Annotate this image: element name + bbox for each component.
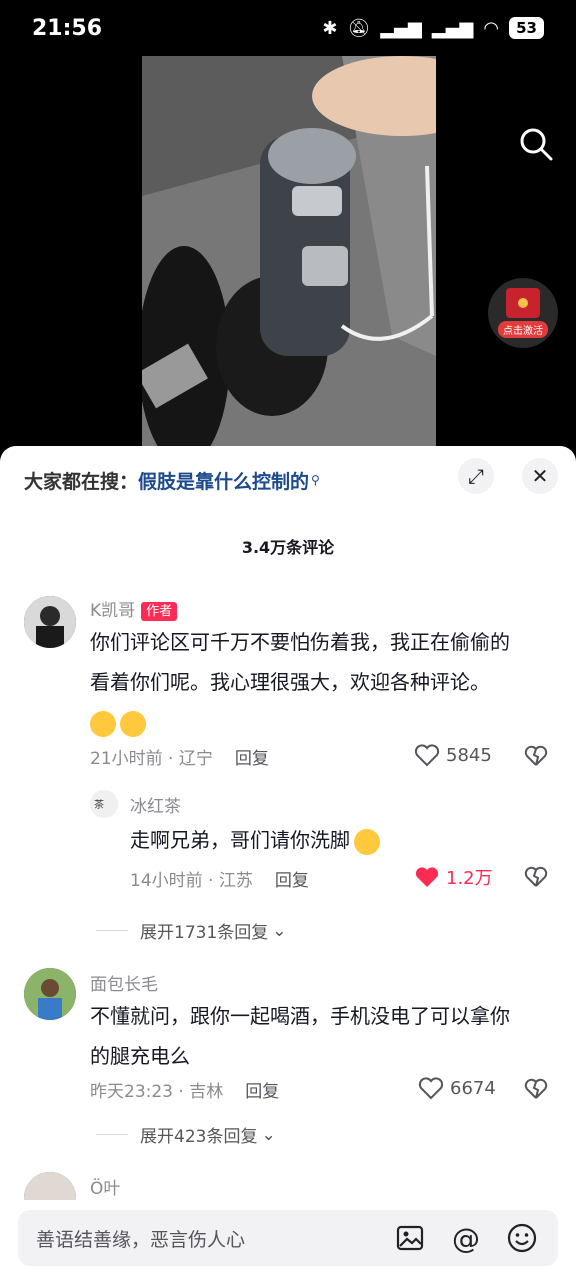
comment-username[interactable]: 面包长毛 xyxy=(90,970,158,995)
status-bar: 21:56 ✱ 🔕︎ ▂▄▆ ▂▄▆ ◠ 53 xyxy=(0,0,576,56)
red-packet-button[interactable]: 点击激活 xyxy=(488,278,558,348)
battery-icon: 53 xyxy=(509,17,544,39)
mute-icon: 🔕︎ xyxy=(347,17,371,39)
expand-replies-label: 展开423条回复 xyxy=(140,1127,258,1147)
avatar[interactable] xyxy=(24,968,76,1020)
expand-icon: ⤢ xyxy=(468,464,484,488)
mention-icon[interactable]: @ xyxy=(446,1218,486,1258)
like-button-active[interactable]: 1.2万 xyxy=(414,864,493,890)
reply-button[interactable]: 回复 xyxy=(245,1077,279,1102)
search-icon[interactable] xyxy=(518,126,554,162)
reply-meta: 14小时前 · 江苏 回复 xyxy=(130,866,309,891)
reply-button[interactable]: 回复 xyxy=(275,866,309,891)
video-frame[interactable] xyxy=(142,56,436,466)
hot-search-prefix: 大家都在搜： xyxy=(24,470,139,493)
comment-text-line: 看着你们呢。我心理很强大，欢迎各种评论。 xyxy=(90,670,490,694)
search-small-icon: ⚲ xyxy=(311,473,320,487)
close-icon: ✕ xyxy=(531,464,549,488)
divider xyxy=(96,1134,128,1135)
avatar[interactable]: 茶 xyxy=(90,790,118,818)
reply-text: 走啊兄弟，哥们请你洗脚 xyxy=(130,820,384,860)
close-button[interactable]: ✕ xyxy=(522,458,558,494)
expand-sheet-button[interactable]: ⤢ xyxy=(458,458,494,494)
reply-username[interactable]: 冰红茶 xyxy=(130,792,181,817)
comment-count: 3.4万条评论 xyxy=(241,538,335,557)
reply-time-location: 14小时前 · 江苏 xyxy=(130,871,253,891)
comment-time-location: 昨天23:23 · 吉林 xyxy=(90,1082,224,1102)
comment-text-line: 的腿充电么 xyxy=(90,1044,190,1068)
dislike-button[interactable] xyxy=(524,744,548,772)
svg-text:茶: 茶 xyxy=(94,798,104,811)
chevron-down-icon: ⌄ xyxy=(261,1124,276,1145)
author-badge: 作者 xyxy=(141,601,178,621)
status-time: 21:56 xyxy=(32,15,103,41)
like-button[interactable]: 5845 xyxy=(414,743,492,767)
bluetooth-icon: ✱ xyxy=(322,17,338,39)
broken-heart-icon xyxy=(524,866,548,887)
broken-heart-icon xyxy=(524,745,548,766)
expand-replies-button[interactable]: 展开423条回复 ⌄ xyxy=(96,1122,276,1147)
red-packet-label: 点击激活 xyxy=(498,321,548,338)
red-envelope-icon xyxy=(506,288,540,318)
hot-search-link[interactable]: 假肢是靠什么控制的 xyxy=(138,467,309,494)
like-count: 6674 xyxy=(450,1077,496,1099)
status-icons: ✱ 🔕︎ ▂▄▆ ▂▄▆ ◠ 53 xyxy=(322,17,544,39)
laughing-emoji-icon xyxy=(90,710,116,737)
like-button[interactable]: 6674 xyxy=(418,1076,496,1100)
comment-text-line: 你们评论区可千万不要怕伤着我，我正在偷偷的 xyxy=(90,630,510,654)
video-player[interactable]: 点击激活 xyxy=(0,56,576,466)
expand-replies-button[interactable]: 展开1731条回复 ⌄ xyxy=(96,918,287,943)
signal-icon: ▂▄▆ xyxy=(380,17,422,39)
laughing-emoji-icon xyxy=(120,710,146,737)
reply-button[interactable]: 回复 xyxy=(235,744,269,769)
divider xyxy=(96,930,128,931)
comment-username[interactable]: K凯哥 作者 xyxy=(90,596,178,621)
dislike-button[interactable] xyxy=(524,1077,548,1105)
comment-text: 不懂就问，跟你一起喝酒，手机没电了可以拿你 的腿充电么 xyxy=(90,996,510,1076)
expand-replies-label: 展开1731条回复 xyxy=(140,923,269,943)
grin-emoji-icon xyxy=(354,828,380,855)
comment-input-bar[interactable]: 善语结善缘，恶言伤人心 @ xyxy=(18,1210,558,1266)
heart-icon xyxy=(414,744,440,767)
username-text[interactable]: K凯哥 xyxy=(90,601,135,621)
comment-meta: 昨天23:23 · 吉林 回复 xyxy=(90,1077,279,1102)
image-icon[interactable] xyxy=(390,1218,430,1258)
video-content-image xyxy=(142,56,436,466)
chevron-down-icon: ⌄ xyxy=(272,920,287,941)
heart-filled-icon xyxy=(415,867,439,887)
laugh-emoji-row xyxy=(90,702,510,742)
comment-time-location: 21小时前 · 辽宁 xyxy=(90,749,213,769)
like-count: 5845 xyxy=(446,744,492,766)
dislike-button[interactable] xyxy=(524,865,548,893)
comment-username[interactable]: Ö叶 xyxy=(90,1174,120,1199)
comment-text-line: 不懂就问，跟你一起喝酒，手机没电了可以拿你 xyxy=(90,1004,510,1028)
wifi-icon: ◠ xyxy=(483,17,500,39)
emoji-icon[interactable] xyxy=(502,1218,542,1258)
comment-text: 你们评论区可千万不要怕伤着我，我正在偷偷的 看着你们呢。我心理很强大，欢迎各种评… xyxy=(90,622,510,742)
comment-meta: 21小时前 · 辽宁 回复 xyxy=(90,744,269,769)
signal2-icon: ▂▄▆ xyxy=(431,17,474,39)
avatar[interactable] xyxy=(24,1172,76,1200)
comment-input[interactable]: 善语结善缘，恶言伤人心 xyxy=(36,1225,390,1252)
heart-icon xyxy=(418,1077,444,1100)
reply-text-content: 走啊兄弟，哥们请你洗脚 xyxy=(130,828,350,852)
like-count: 1.2万 xyxy=(446,868,493,889)
avatar[interactable] xyxy=(24,596,76,648)
comment-sheet: 大家都在搜： 假肢是靠什么控制的 ⚲ ⤢ ✕ 3.4万条评论 K凯哥 作者 你们评… xyxy=(0,446,576,1280)
broken-heart-icon xyxy=(524,1078,548,1099)
